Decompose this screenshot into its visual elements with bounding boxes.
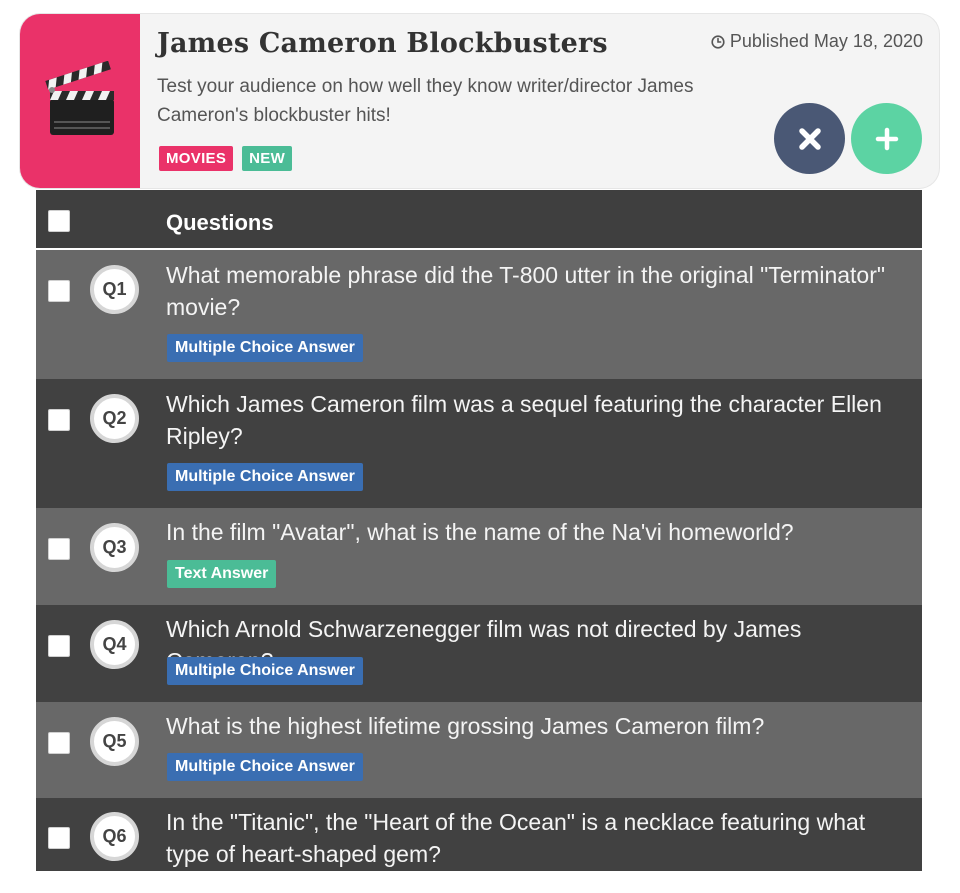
row-checkbox[interactable] [48, 827, 70, 849]
answer-type-badge: Text Answer [167, 560, 277, 588]
questions-table: Questions Q1 What memorable phrase did t… [36, 190, 922, 871]
quiz-card: James Cameron Blockbusters Published May… [20, 14, 939, 188]
clock-icon [711, 34, 725, 49]
question-number-badge: Q4 [90, 620, 139, 669]
quiz-thumbnail [20, 14, 140, 188]
question-row[interactable]: Q4 Which Arnold Schwarzenegger film was … [36, 605, 922, 702]
question-number-badge: Q6 [90, 812, 139, 861]
question-text: In the film "Avatar", what is the name o… [166, 519, 794, 545]
questions-column-header: Questions [166, 210, 274, 235]
question-number-badge: Q5 [90, 717, 139, 766]
tag-list: MOVIES NEW [159, 146, 293, 171]
row-checkbox[interactable] [48, 538, 70, 560]
plus-icon [875, 127, 898, 150]
quiz-description: Test your audience on how well they know… [157, 76, 694, 126]
question-number-badge: Q1 [90, 265, 139, 314]
published-date-text: Published May 18, 2020 [729, 31, 923, 51]
add-button[interactable] [851, 103, 922, 174]
question-text: What is the highest lifetime grossing Ja… [166, 713, 765, 739]
question-row[interactable]: Q6 In the "Titanic", the "Heart of the O… [36, 798, 922, 871]
answer-type-badge: Multiple Choice Answer [167, 463, 363, 491]
tag-movies[interactable]: MOVIES [159, 146, 234, 171]
close-button[interactable] [774, 103, 845, 174]
row-checkbox[interactable] [48, 409, 70, 431]
question-number-badge: Q2 [90, 394, 139, 443]
clapperboard-icon [45, 61, 114, 135]
table-header: Questions [36, 190, 922, 250]
question-text: Which James Cameron film was a sequel fe… [166, 391, 882, 449]
question-row[interactable]: Q1 What memorable phrase did the T-800 u… [36, 250, 922, 379]
tag-new[interactable]: NEW [242, 146, 293, 171]
question-row[interactable]: Q2 Which James Cameron film was a sequel… [36, 379, 922, 508]
question-number-badge: Q3 [90, 523, 139, 572]
answer-type-badge: Multiple Choice Answer [167, 753, 363, 781]
question-row[interactable]: Q3 In the film "Avatar", what is the nam… [36, 508, 922, 605]
row-checkbox[interactable] [48, 280, 70, 302]
question-text: In the "Titanic", the "Heart of the Ocea… [166, 809, 866, 867]
row-checkbox[interactable] [48, 732, 70, 754]
answer-type-badge: Multiple Choice Answer [167, 334, 363, 362]
close-icon [798, 127, 821, 150]
answer-type-badge: Multiple Choice Answer [167, 657, 363, 685]
row-checkbox[interactable] [48, 635, 70, 657]
select-all-checkbox[interactable] [48, 210, 70, 232]
quiz-title: James Cameron Blockbusters [157, 28, 608, 59]
published-date: Published May 18, 2020 [711, 31, 923, 52]
question-text: What memorable phrase did the T-800 utte… [166, 262, 886, 320]
question-row[interactable]: Q5 What is the highest lifetime grossing… [36, 702, 922, 798]
